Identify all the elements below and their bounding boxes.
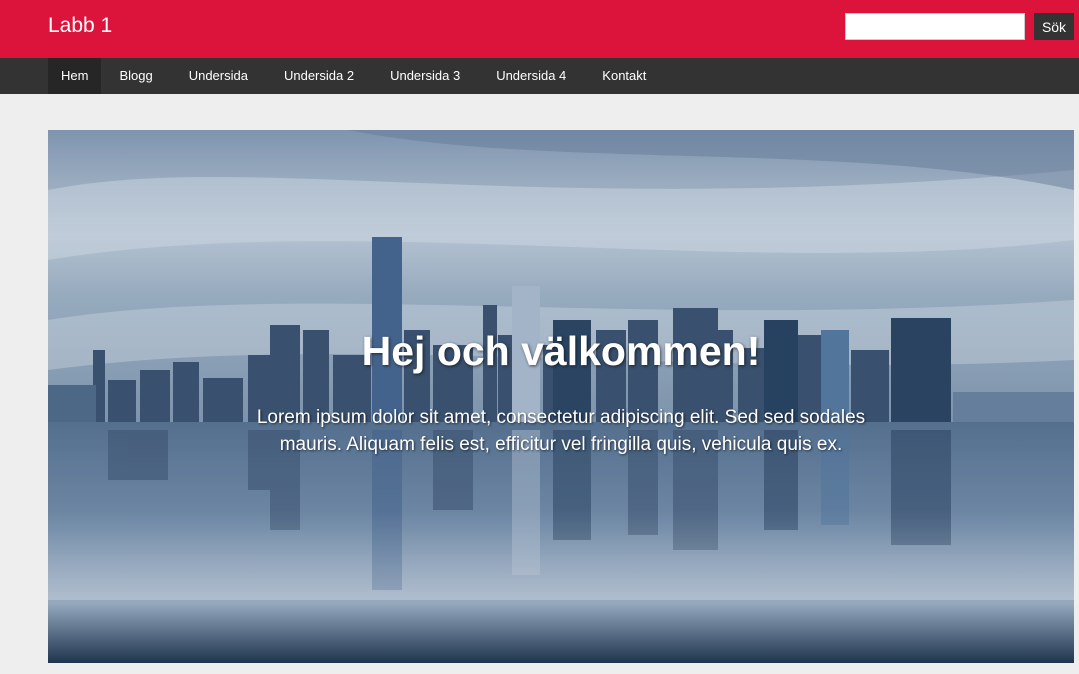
hero-text: Lorem ipsum dolor sit amet, consectetur … (256, 407, 866, 455)
nav-item-undersida[interactable]: Undersida (171, 58, 266, 94)
nav-item-kontakt[interactable]: Kontakt (584, 58, 664, 94)
main-nav: Hem Blogg Undersida Undersida 2 Undersid… (0, 58, 1079, 94)
nav-item-undersida-3[interactable]: Undersida 3 (372, 58, 478, 94)
header-bar: Labb 1 Sök (0, 0, 1079, 58)
nav-item-blogg[interactable]: Blogg (101, 58, 170, 94)
nav-item-undersida-4[interactable]: Undersida 4 (478, 58, 584, 94)
city-skyline-reflection-image (48, 130, 1074, 663)
nav-item-hem[interactable]: Hem (48, 58, 102, 94)
hero-banner: Hej och välkommen! Lorem ipsum dolor sit… (48, 130, 1074, 663)
nav-list: Hem Blogg Undersida Undersida 2 Undersid… (48, 58, 664, 94)
search-button[interactable]: Sök (1034, 13, 1074, 40)
site-title[interactable]: Labb 1 (48, 14, 112, 38)
hero-title: Hej och välkommen! (361, 328, 761, 374)
search-input[interactable] (845, 13, 1025, 40)
nav-item-undersida-2[interactable]: Undersida 2 (266, 58, 372, 94)
